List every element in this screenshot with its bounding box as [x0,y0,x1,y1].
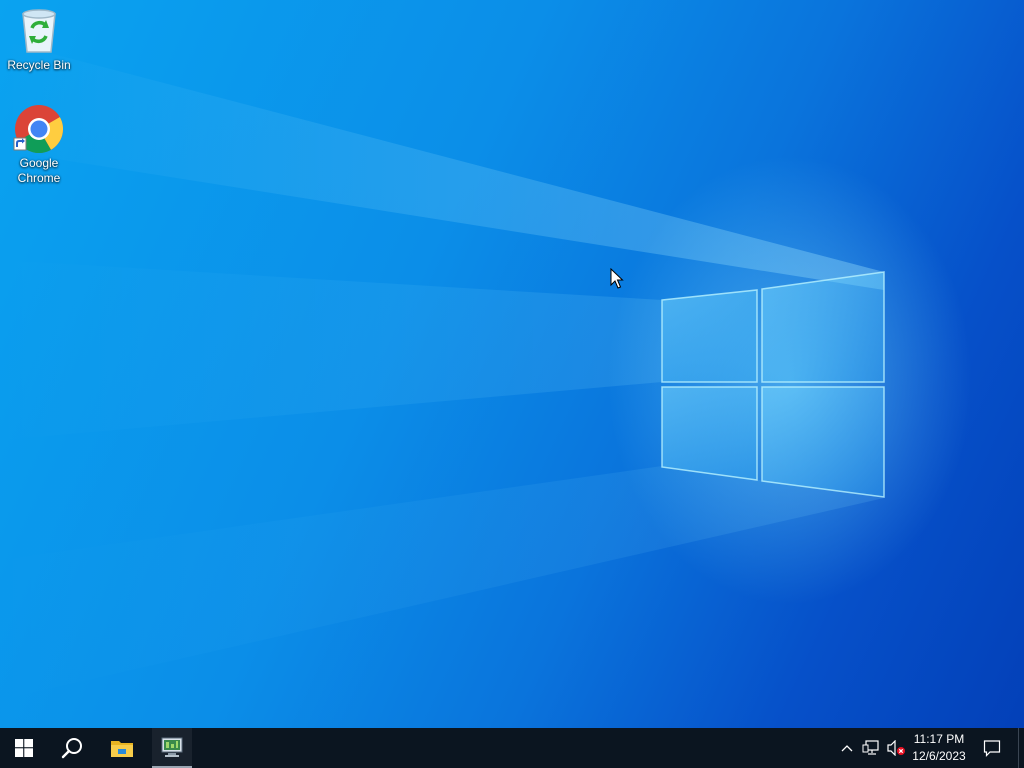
windows-start-icon [15,739,33,757]
clock-time: 11:17 PM [913,732,965,746]
desktop-icon-recycle-bin[interactable]: Recycle Bin [1,6,77,73]
show-desktop-button[interactable] [1018,728,1024,768]
taskbar: 11:17 PM 12/6/2023 [0,728,1024,768]
desktop-icon-label: Google Chrome [17,156,61,185]
search-button[interactable] [48,728,96,768]
recycle-bin-icon [22,9,56,53]
volume-tray-button[interactable] [884,728,908,768]
action-center-button[interactable] [976,728,1008,768]
search-icon [61,738,82,759]
desktop-icon-label: Recycle Bin [7,58,71,72]
chrome-icon [13,105,64,154]
show-hidden-icons-button[interactable] [836,728,858,768]
network-icon [862,740,879,755]
volume-muted-icon [887,740,905,756]
folder-icon [111,741,133,757]
taskbar-file-explorer[interactable] [98,728,146,768]
system-clock[interactable]: 11:17 PM 12/6/2023 [908,731,970,765]
desktop[interactable]: Recycle Bin Google Chrome [0,0,1024,728]
windows-logo [661,271,885,498]
clock-date: 12/6/2023 [912,749,966,763]
action-center-icon [983,740,1001,757]
wallpaper [0,40,885,700]
taskbar-server-manager[interactable] [152,728,192,768]
server-manager-icon [161,737,183,757]
start-button[interactable] [0,728,48,768]
mouse-cursor-icon [610,268,624,289]
desktop-icon-google-chrome[interactable]: Google Chrome [1,104,77,186]
network-tray-button[interactable] [860,728,882,768]
chevron-up-icon [841,745,853,752]
